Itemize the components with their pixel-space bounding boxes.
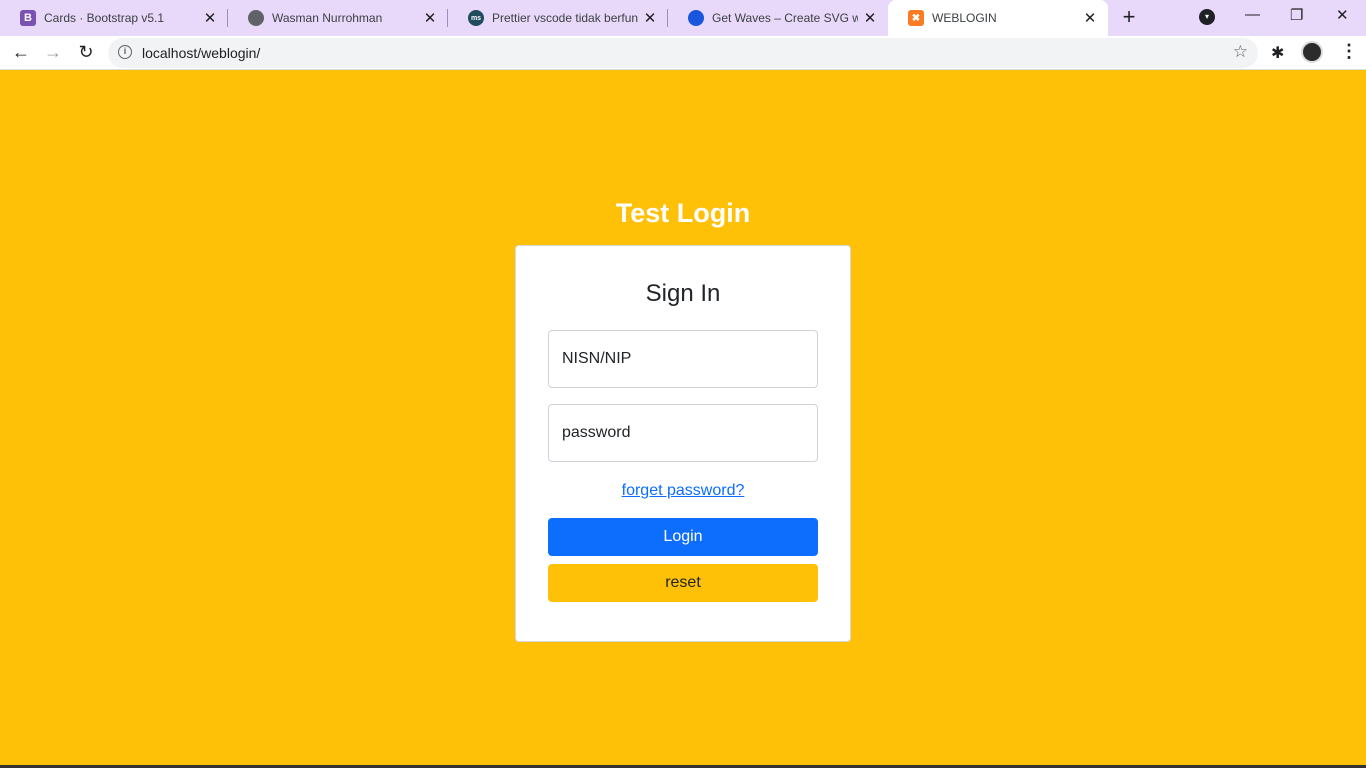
bootstrap-icon: B xyxy=(20,10,36,26)
tab-strip: B Cards · Bootstrap v5.1 ✕ Wasman Nurroh… xyxy=(0,0,1366,36)
tab-bootstrap-cards[interactable]: B Cards · Bootstrap v5.1 ✕ xyxy=(0,0,228,36)
reload-icon[interactable]: ↻ xyxy=(74,41,98,65)
restore-icon[interactable]: ❐ xyxy=(1290,6,1303,24)
close-icon[interactable]: ✕ xyxy=(638,9,662,27)
waves-icon xyxy=(688,10,704,26)
url-text[interactable]: localhost/weblogin/ xyxy=(142,45,260,61)
menu-kebab-icon[interactable]: ⋮ xyxy=(1340,41,1358,62)
tab-title: WEBLOGIN xyxy=(932,11,997,25)
login-card: Sign In NISN/NIP password forget passwor… xyxy=(515,245,851,642)
card-title: Sign In xyxy=(645,280,721,307)
login-button[interactable]: Login xyxy=(548,518,818,556)
close-icon[interactable]: ✕ xyxy=(1078,9,1102,27)
close-icon[interactable]: ✕ xyxy=(198,9,222,27)
bookmark-star-icon[interactable]: ☆ xyxy=(1233,42,1248,62)
forget-password-link[interactable]: forget password? xyxy=(516,482,850,500)
tab-title: Wasman Nurrohman xyxy=(272,11,383,25)
close-icon[interactable]: ✕ xyxy=(858,9,882,27)
page-title: Test Login xyxy=(615,198,751,228)
reset-button[interactable]: reset xyxy=(548,564,818,602)
close-icon[interactable]: ✕ xyxy=(418,9,442,27)
close-window-icon[interactable]: ✕ xyxy=(1336,6,1349,24)
tab-get-waves[interactable]: Get Waves – Create SVG waves ✕ xyxy=(668,0,888,36)
tab-search-icon[interactable]: ▾ xyxy=(1199,9,1215,25)
minimize-icon[interactable]: — xyxy=(1245,6,1260,23)
globe-icon xyxy=(248,10,264,26)
tab-title: Get Waves – Create SVG waves xyxy=(712,11,858,25)
username-placeholder: NISN/NIP xyxy=(562,350,632,367)
profile-avatar[interactable] xyxy=(1301,41,1323,63)
tab-title: Prettier vscode tidak berfungsi xyxy=(492,11,638,25)
browser-toolbar: ← → ↻ i localhost/weblogin/ ☆ ✱ ⋮ xyxy=(0,36,1366,70)
address-bar[interactable]: i localhost/weblogin/ ☆ xyxy=(108,38,1258,68)
tab-title: Cards · Bootstrap v5.1 xyxy=(44,11,165,25)
back-icon[interactable]: ← xyxy=(9,41,33,65)
forward-icon[interactable]: → xyxy=(41,41,65,65)
password-placeholder: password xyxy=(562,424,631,441)
info-icon[interactable]: i xyxy=(118,45,132,59)
ms-icon: ms xyxy=(468,10,484,26)
username-input[interactable]: NISN/NIP xyxy=(548,330,818,388)
new-tab-button[interactable]: + xyxy=(1117,6,1141,30)
xampp-icon: ✖ xyxy=(908,10,924,26)
tab-wasman[interactable]: Wasman Nurrohman ✕ xyxy=(228,0,448,36)
tab-weblogin[interactable]: ✖ WEBLOGIN ✕ xyxy=(888,0,1108,36)
password-input[interactable]: password xyxy=(548,404,818,462)
extensions-puzzle-icon[interactable]: ✱ xyxy=(1271,43,1284,63)
tab-prettier[interactable]: ms Prettier vscode tidak berfungsi ✕ xyxy=(448,0,668,36)
